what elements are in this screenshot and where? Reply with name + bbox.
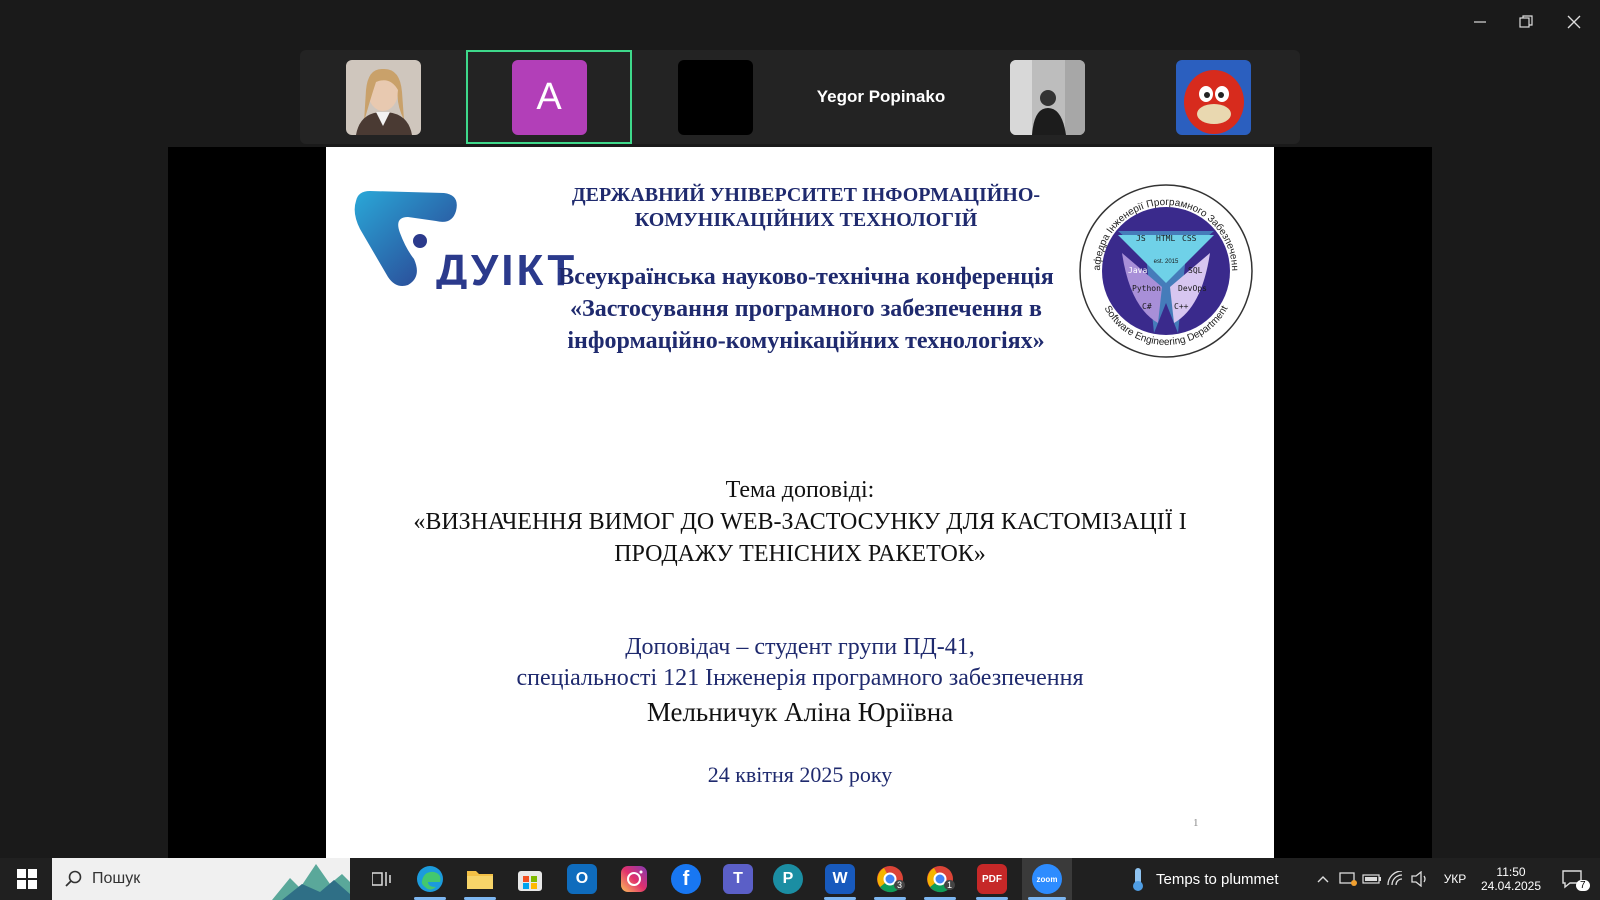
taskbar-app-file-explorer[interactable]: [458, 858, 502, 900]
speaker-name: Мельничук Аліна Юріївна: [646, 697, 954, 727]
seal-label: CSS: [1182, 234, 1197, 243]
edge-icon: [417, 866, 443, 892]
search-placeholder: Пошук: [92, 870, 141, 887]
notification-center-button[interactable]: 7: [1556, 858, 1590, 900]
task-view-icon: [372, 872, 391, 886]
minimize-button[interactable]: [1462, 8, 1498, 36]
participant-tile-5[interactable]: [964, 50, 1130, 144]
input-language-button[interactable]: УКР: [1440, 858, 1470, 900]
taskbar-app-chrome-1[interactable]: 3: [868, 858, 912, 900]
taskbar-app-edge[interactable]: [408, 858, 452, 900]
seal-label: Python: [1132, 284, 1161, 293]
participant-avatar-6: [1175, 59, 1251, 135]
topic-label: Тема доповіді:: [725, 477, 875, 503]
battery-button[interactable]: [1360, 858, 1384, 900]
remote-desktop-icon: [1339, 872, 1357, 886]
participant-avatar-letter: A: [511, 59, 587, 135]
seal-label: JS: [1136, 234, 1146, 243]
participant-video-off: [677, 59, 753, 135]
chrome-window-count-badge: 3: [894, 880, 906, 890]
presentation-date: 24 квітня 2025 року: [707, 762, 893, 787]
participant-tile-2-active-speaker[interactable]: A: [466, 50, 632, 144]
store-icon: [518, 871, 542, 891]
seal-label: C++: [1174, 302, 1189, 311]
participant-name: Yegor Popinako: [816, 87, 946, 106]
pearson-icon: P: [773, 864, 803, 894]
participant-video-5: [1009, 59, 1085, 135]
taskbar-app-zoom-active[interactable]: zoom: [1022, 858, 1072, 900]
presentation-slide: ДУІКТ ДЕРЖАВНИЙ УНІВЕРСИТЕТ ІНФОРМАЦІЙНО…: [326, 147, 1274, 858]
participant-video-1: [345, 59, 421, 135]
restore-icon: [1519, 15, 1533, 28]
participant-tile-4[interactable]: Yegor Popinako: [798, 50, 964, 144]
facebook-icon: f: [671, 864, 701, 894]
windows-taskbar: Пошук O f T P W 3 1 PDF zoom Temps to pl…: [0, 858, 1600, 900]
zoom-icon: zoom: [1032, 864, 1062, 894]
instagram-icon: [621, 866, 647, 892]
taskbar-app-word[interactable]: W: [818, 858, 862, 900]
word-icon: W: [825, 864, 855, 894]
speaker-line-2: спеціальності 121 Інженерія програмного …: [516, 665, 1084, 691]
teams-icon: T: [723, 864, 753, 894]
taskbar-app-chrome-2[interactable]: 1: [918, 858, 962, 900]
search-icon: [65, 870, 82, 887]
seal-label: DevOps: [1178, 284, 1207, 293]
restore-button[interactable]: [1508, 8, 1544, 36]
conference-line-2: «Застосування програмного забезпечення в…: [567, 296, 1045, 354]
participant-tile-6[interactable]: [1130, 50, 1296, 144]
weather-text: Temps to plummet: [1156, 870, 1279, 888]
topic-title: «ВИЗНАЧЕННЯ ВИМОГ ДО WEB-ЗАСТОСУНКУ ДЛЯ …: [413, 509, 1187, 567]
participant-strip: A Yegor Popinako: [300, 50, 1300, 144]
volume-button[interactable]: [1408, 858, 1432, 900]
clock-date: 24.04.2025: [1480, 879, 1542, 893]
conference-line-1: Всеукраїнська науково-технічна конференц…: [558, 264, 1054, 290]
weather-widget[interactable]: Temps to plummet: [1130, 858, 1300, 900]
windows-logo-icon: [17, 869, 37, 889]
taskbar-app-pearson[interactable]: P: [766, 858, 810, 900]
clock-button[interactable]: 11:50 24.04.2025: [1474, 858, 1548, 900]
folder-icon: [467, 871, 493, 889]
conference-title: Всеукраїнська науково-технічна конференц…: [526, 261, 1086, 357]
thermometer-icon: [1133, 868, 1143, 891]
taskbar-search-box[interactable]: Пошук: [52, 858, 350, 900]
department-seal: Кафедра Інженерії Програмного Забезпечен…: [1075, 175, 1254, 359]
seal-label: C#: [1142, 302, 1152, 311]
notification-count-badge: 7: [1576, 880, 1590, 891]
speaker-icon: [1411, 871, 1426, 887]
taskbar-app-store[interactable]: [508, 858, 552, 900]
tray-app-icon[interactable]: [1336, 858, 1360, 900]
seal-label: HTML: [1156, 234, 1175, 243]
slide-page-number: 1: [1193, 817, 1199, 829]
close-button[interactable]: [1556, 8, 1592, 36]
speaker-line-1: Доповідач – студент групи ПД-41,: [625, 634, 975, 660]
zoom-icon-label: zoom: [1036, 874, 1058, 884]
taskbar-app-teams[interactable]: T: [716, 858, 760, 900]
show-hidden-icons-button[interactable]: [1310, 858, 1336, 900]
task-view-button[interactable]: [362, 858, 402, 900]
start-button[interactable]: [8, 858, 46, 900]
seal-est: est. 2015: [1154, 259, 1179, 265]
chevron-up-icon: [1317, 876, 1329, 883]
battery-icon: [1362, 874, 1381, 884]
minimize-icon: [1474, 21, 1486, 23]
participant-tile-1[interactable]: [300, 50, 466, 144]
taskbar-app-pdf[interactable]: PDF: [970, 858, 1014, 900]
taskbar-app-outlook[interactable]: O: [560, 858, 604, 900]
seal-label: Java: [1128, 266, 1147, 275]
taskbar-app-instagram[interactable]: [612, 858, 656, 900]
taskbar-app-facebook[interactable]: f: [664, 858, 708, 900]
outlook-icon: O: [567, 864, 597, 894]
close-icon: [1567, 15, 1581, 29]
clock-time: 11:50: [1496, 865, 1526, 879]
wifi-icon: [1387, 871, 1403, 886]
language-indicator: УКР: [1443, 872, 1467, 886]
seal-label: SQL: [1188, 266, 1203, 275]
participant-tile-3[interactable]: [632, 50, 798, 144]
network-button[interactable]: [1384, 858, 1408, 900]
chrome-window-count-badge: 1: [944, 880, 956, 890]
university-name: ДЕРЖАВНИЙ УНІВЕРСИТЕТ ІНФОРМАЦІЙНО-КОМУН…: [571, 184, 1041, 231]
search-highlight-illustration-icon: [272, 864, 350, 900]
pdf-icon: PDF: [977, 864, 1007, 894]
